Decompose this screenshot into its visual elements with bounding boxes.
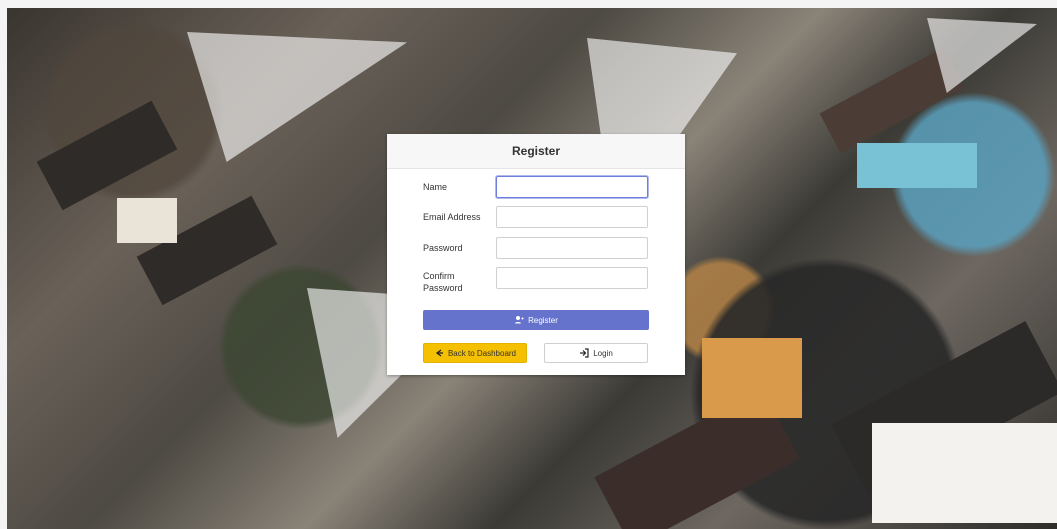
confirm-password-label: Confirm Password — [423, 271, 463, 293]
name-label: Name — [423, 182, 448, 192]
login-button[interactable]: Login — [544, 343, 648, 363]
password-input[interactable] — [496, 237, 648, 259]
register-button[interactable]: Register — [423, 310, 649, 330]
background-house-wall — [117, 198, 177, 243]
card-header: Register — [387, 134, 685, 169]
background-roof — [36, 100, 178, 211]
login-button-label: Login — [593, 348, 613, 358]
background-shard — [187, 32, 407, 162]
sign-in-icon — [579, 348, 589, 358]
email-address-input[interactable] — [496, 206, 648, 228]
email-address-label: Email Address — [423, 212, 481, 222]
name-input[interactable] — [496, 176, 648, 198]
back-to-dashboard-label: Back to Dashboard — [447, 348, 517, 358]
background-house-wall — [872, 423, 1057, 523]
background-house-wall — [702, 338, 802, 418]
register-card: Register Name Email Address Password Con… — [387, 134, 685, 375]
confirm-password-input[interactable] — [496, 267, 648, 289]
register-button-label: Register — [528, 315, 558, 325]
user-plus-icon — [514, 315, 524, 325]
background-house-wall — [857, 143, 977, 188]
password-label: Password — [423, 243, 463, 253]
back-to-dashboard-button[interactable]: Back to Dashboard — [423, 343, 527, 363]
card-title: Register — [511, 144, 561, 158]
arrow-left-icon — [434, 348, 444, 358]
